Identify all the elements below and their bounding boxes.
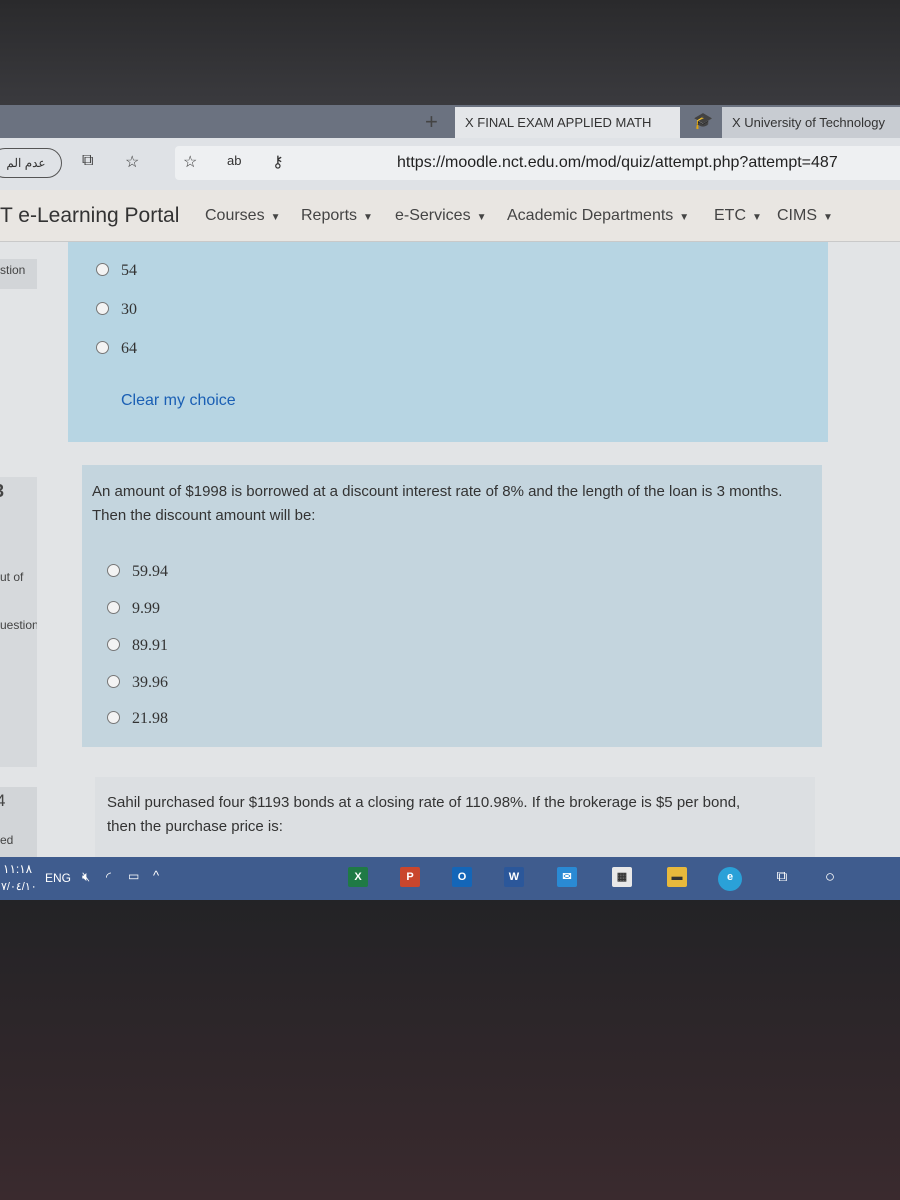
collections-icon[interactable]: ⧉ bbox=[82, 152, 93, 170]
profile-button[interactable]: عدم الم bbox=[0, 148, 62, 178]
menu-etc[interactable]: ETC ▼ bbox=[714, 207, 762, 225]
q2-label: stion bbox=[0, 263, 26, 277]
menu-label: ETC bbox=[714, 207, 746, 224]
radio-button[interactable] bbox=[96, 263, 109, 276]
url-bar[interactable]: ☆ ab ⚷ https://moodle.nct.edu.om/mod/qui… bbox=[175, 146, 900, 180]
question-text: An amount of $1998 is borrowed at a disc… bbox=[92, 483, 783, 524]
outlook-icon[interactable]: O bbox=[452, 867, 472, 887]
mail-icon[interactable]: ✉ bbox=[557, 867, 577, 887]
q3-info: 3 ut of uestion bbox=[0, 477, 37, 767]
chevron-up-icon[interactable]: ^ bbox=[153, 868, 159, 883]
option-label: 54 bbox=[121, 262, 137, 279]
radio-button[interactable] bbox=[107, 711, 120, 724]
site-nav: T e-Learning Portal Courses ▼ Reports ▼ e-… bbox=[0, 190, 900, 242]
q4-status: ed bbox=[0, 833, 14, 847]
answer-option[interactable]: 30 bbox=[96, 301, 137, 319]
menu-label: Reports bbox=[301, 207, 358, 224]
flag-question[interactable]: uestion bbox=[0, 618, 37, 632]
add-favorite-icon[interactable]: ☆ bbox=[183, 152, 197, 172]
clock-time[interactable]: ١١:١٨ bbox=[3, 862, 32, 876]
caret-down-icon: ▼ bbox=[752, 212, 762, 223]
q4-number: 4 bbox=[0, 791, 6, 810]
close-icon[interactable]: X bbox=[465, 115, 474, 130]
windows-taskbar: ١١:١٨ ٧/٠٤/١٠ ENG 🔇︎ ◜ ▭ ^ X P O W ✉ ▦ ▬… bbox=[0, 857, 900, 900]
clock-date[interactable]: ٧/٠٤/١٠ bbox=[1, 880, 37, 893]
answer-option[interactable]: 64 bbox=[96, 340, 137, 358]
radio-button[interactable] bbox=[107, 675, 120, 688]
key-icon[interactable]: ⚷ bbox=[272, 152, 284, 172]
menu-label: CIMS bbox=[777, 207, 817, 224]
menu-e-services[interactable]: e-Services ▼ bbox=[395, 207, 486, 225]
tab-label: FINAL EXAM APPLIED MATH bbox=[477, 115, 652, 130]
answer-option[interactable]: 39.96 bbox=[107, 674, 168, 692]
site-favicon-icon: 🎓 bbox=[693, 113, 713, 130]
option-label: 89.91 bbox=[132, 637, 168, 654]
answer-option[interactable]: 54 bbox=[96, 262, 137, 280]
radio-button[interactable] bbox=[96, 341, 109, 354]
powerpoint-icon[interactable]: P bbox=[400, 867, 420, 887]
question-3-panel: An amount of $1998 is borrowed at a disc… bbox=[82, 465, 822, 747]
caret-down-icon: ▼ bbox=[270, 212, 281, 223]
answer-option[interactable]: 59.94 bbox=[107, 563, 168, 581]
screen: + X FINAL EXAM APPLIED MATH 🎓 X Universi… bbox=[0, 105, 900, 900]
caret-down-icon: ▼ bbox=[823, 212, 833, 223]
tab-bar: + X FINAL EXAM APPLIED MATH 🎓 X Universi… bbox=[0, 105, 900, 138]
answer-option[interactable]: 89.91 bbox=[107, 637, 168, 655]
tab-final-exam[interactable]: X FINAL EXAM APPLIED MATH bbox=[455, 107, 680, 138]
favorites-icon[interactable]: ☆ bbox=[125, 152, 139, 172]
q2-info: stion bbox=[0, 259, 37, 289]
menu-reports[interactable]: Reports ▼ bbox=[301, 207, 373, 225]
radio-button[interactable] bbox=[96, 302, 109, 315]
volume-muted-icon[interactable]: 🔇︎ bbox=[82, 869, 90, 885]
excel-icon[interactable]: X bbox=[348, 867, 368, 887]
site-brand[interactable]: T e-Learning Portal bbox=[0, 204, 179, 228]
answer-option[interactable]: 9.99 bbox=[107, 600, 160, 618]
menu-academic-departments[interactable]: Academic Departments ▼ bbox=[507, 207, 689, 225]
question-2-panel: 54 30 64 Clear my choice bbox=[68, 242, 828, 442]
option-label: 21.98 bbox=[132, 710, 168, 727]
url-text[interactable]: https://moodle.nct.edu.om/mod/quiz/attem… bbox=[397, 154, 838, 172]
radio-button[interactable] bbox=[107, 638, 120, 651]
q3-number: 3 bbox=[0, 481, 37, 502]
store-icon[interactable]: ▦ bbox=[612, 867, 632, 887]
language-indicator[interactable]: ENG bbox=[45, 871, 71, 885]
option-label: 30 bbox=[121, 301, 137, 318]
clear-choice-link[interactable]: Clear my choice bbox=[121, 392, 236, 410]
q4-info: 4 ed bbox=[0, 787, 37, 857]
menu-label: Courses bbox=[205, 207, 265, 224]
laptop-keyboard bbox=[0, 900, 900, 1200]
option-label: 9.99 bbox=[132, 600, 160, 617]
address-bar-row: عدم الم ⧉ ☆ ☆ ab ⚷ https://moodle.nct.ed… bbox=[0, 138, 900, 190]
new-tab-button[interactable]: + bbox=[425, 109, 438, 135]
wifi-icon[interactable]: ◜ bbox=[106, 869, 111, 885]
tab-label: University of Technology bbox=[744, 115, 885, 130]
laptop-bezel bbox=[0, 0, 900, 105]
word-icon[interactable]: W bbox=[504, 867, 524, 887]
file-explorer-icon[interactable]: ▬ bbox=[667, 867, 687, 887]
radio-button[interactable] bbox=[107, 564, 120, 577]
option-label: 59.94 bbox=[132, 563, 168, 580]
question-4-panel: Sahil purchased four $1193 bonds at a cl… bbox=[95, 777, 815, 857]
edge-icon[interactable]: e bbox=[718, 867, 742, 891]
cortana-icon[interactable]: ○ bbox=[820, 867, 840, 887]
menu-label: e-Services bbox=[395, 207, 471, 224]
tab-university[interactable]: X University of Technology bbox=[722, 107, 900, 138]
battery-icon[interactable]: ▭ bbox=[128, 869, 139, 883]
menu-label: Academic Departments bbox=[507, 207, 674, 224]
radio-button[interactable] bbox=[107, 601, 120, 614]
task-view-icon[interactable]: ⧉ bbox=[772, 867, 792, 887]
q3-marks: ut of bbox=[0, 570, 24, 584]
caret-down-icon: ▼ bbox=[363, 212, 373, 223]
answer-option[interactable]: 21.98 bbox=[107, 710, 168, 728]
option-label: 39.96 bbox=[132, 674, 168, 691]
question-text: Sahil purchased four $1193 bonds at a cl… bbox=[107, 794, 741, 835]
menu-courses[interactable]: Courses ▼ bbox=[205, 207, 280, 225]
caret-down-icon: ▼ bbox=[476, 212, 487, 223]
read-aloud-icon[interactable]: ab bbox=[227, 153, 241, 168]
caret-down-icon: ▼ bbox=[679, 212, 690, 223]
menu-cims[interactable]: CIMS ▼ bbox=[777, 207, 833, 225]
quiz-content: stion 3 ut of uestion 4 ed 54 30 64 Clea… bbox=[0, 242, 900, 857]
close-icon[interactable]: X bbox=[732, 115, 741, 130]
option-label: 64 bbox=[121, 340, 137, 357]
